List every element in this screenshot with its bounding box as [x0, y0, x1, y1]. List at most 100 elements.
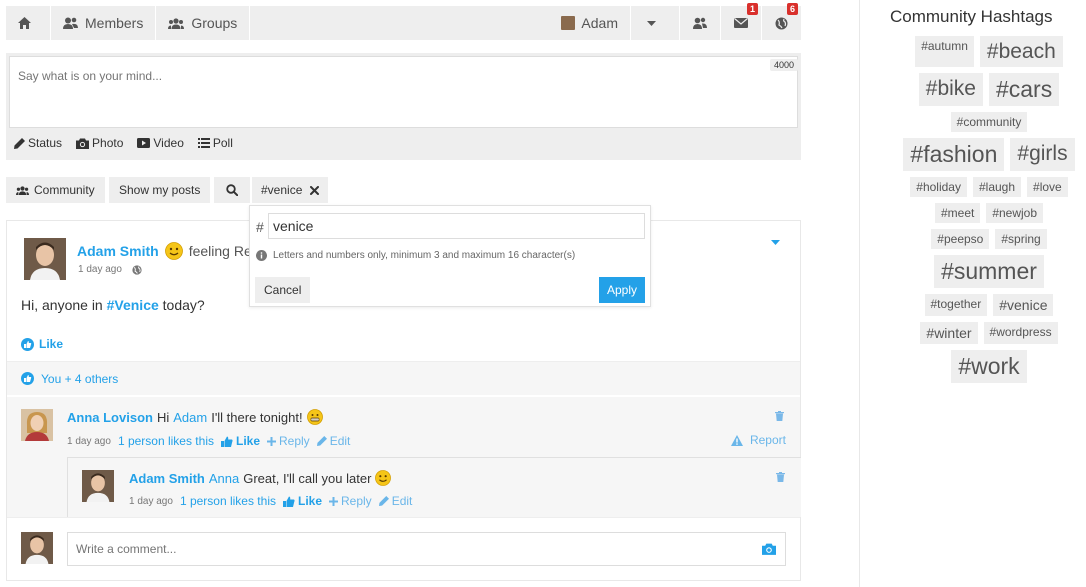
avatar[interactable] — [82, 470, 114, 502]
friends-button[interactable] — [679, 6, 720, 40]
tab-poll[interactable]: Poll — [197, 136, 233, 150]
tab-video[interactable]: Video — [137, 136, 184, 150]
warning-icon — [730, 434, 743, 446]
avatar — [21, 532, 53, 564]
notifications-button[interactable]: 6 — [761, 3, 801, 40]
my-posts-filter-button[interactable]: Show my posts — [109, 177, 211, 203]
comment-edit-label: Edit — [329, 434, 351, 448]
comment-edit-button[interactable]: Edit — [316, 434, 351, 448]
tab-photo[interactable]: Photo — [76, 136, 123, 150]
close-icon[interactable] — [310, 185, 320, 195]
plus-icon — [267, 436, 276, 446]
likes-summary[interactable]: You + 4 others — [7, 361, 800, 395]
members-label: Members — [85, 15, 144, 31]
status-input[interactable] — [9, 56, 798, 128]
comment-2-meta: 1 day ago 1 person likes this Like Reply… — [129, 494, 412, 508]
reply-thread: Adam Smith Anna Great, I'll call you lat… — [67, 457, 801, 517]
profile-link[interactable]: Adam — [549, 6, 630, 40]
comment-edit-button[interactable]: Edit — [378, 494, 412, 508]
comment-mention[interactable]: Adam — [173, 410, 207, 425]
hashtag-link[interactable]: #cars — [988, 73, 1060, 106]
search-hashtag-button[interactable] — [214, 177, 250, 203]
post-text-after: today? — [158, 297, 205, 313]
comment-report-button[interactable]: Report — [730, 433, 786, 447]
home-button[interactable] — [6, 6, 51, 40]
comment-mention[interactable]: Anna — [209, 471, 239, 486]
hashtag-link[interactable]: #together — [924, 294, 988, 316]
post-options-caret-icon[interactable] — [771, 240, 780, 245]
globe-icon[interactable] — [132, 264, 142, 275]
hashtag-link[interactable]: #spring — [995, 229, 1047, 249]
tab-status[interactable]: Status — [14, 136, 62, 150]
comment-reply-button[interactable]: Reply — [267, 434, 310, 448]
post-like-button[interactable]: Like — [21, 337, 63, 351]
my-posts-filter-label: Show my posts — [119, 183, 201, 197]
avatar[interactable] — [24, 238, 66, 280]
hashtag-link[interactable]: #meet — [934, 203, 981, 223]
comment-author[interactable]: Anna Lovison — [67, 410, 153, 425]
comment-timestamp[interactable]: 1 day ago — [129, 496, 173, 507]
hashtag-link[interactable]: #laugh — [972, 177, 1022, 197]
hashtag-link[interactable]: #bike — [918, 73, 983, 106]
comment-report-label: Report — [749, 433, 786, 447]
hashtag-input[interactable] — [268, 213, 645, 239]
hashtag-link[interactable]: #community — [950, 112, 1028, 132]
hashtag-link[interactable]: #love — [1027, 177, 1068, 197]
comment-like-button[interactable]: Like — [282, 494, 322, 508]
comment-1-meta: 1 day ago 1 person likes this Like Reply… — [67, 434, 350, 448]
hashtag-row: #work — [893, 350, 1085, 383]
members-link[interactable]: Members — [51, 6, 157, 40]
groups-icon — [16, 185, 29, 195]
hashtag-link[interactable]: #beach — [979, 36, 1063, 67]
comment-text: I'll there tonight! — [211, 409, 303, 425]
trash-icon[interactable] — [776, 472, 785, 482]
post-like-label: Like — [39, 337, 64, 351]
post-hashtag-link[interactable]: #Venice — [107, 297, 159, 313]
active-hashtag-filter[interactable]: #venice — [252, 177, 329, 203]
comment-input[interactable] — [67, 532, 786, 566]
hashtag-link[interactable]: #wordpress — [983, 322, 1058, 344]
hashtag-cloud: #autumn #beach #bike #cars #community #fashio… — [893, 36, 1085, 389]
hashtag-link[interactable]: #peepso — [931, 229, 990, 249]
hashtag-link[interactable]: #venice — [993, 294, 1054, 316]
comment-likes-count[interactable]: 1 person likes this — [118, 434, 214, 448]
hashtag-link[interactable]: #work — [951, 350, 1027, 383]
hashtag-link[interactable]: #winter — [920, 322, 978, 344]
comment-author[interactable]: Adam Smith — [129, 471, 205, 486]
hashtag-link[interactable]: #fashion — [903, 138, 1005, 171]
cancel-button[interactable]: Cancel — [255, 277, 311, 303]
user-name: Adam — [581, 15, 618, 31]
hashtag-link[interactable]: #girls — [1010, 138, 1075, 171]
trash-icon[interactable] — [775, 411, 784, 421]
caret-down-icon — [647, 20, 656, 26]
smiley-icon — [164, 242, 183, 260]
hashtag-row: #autumn #beach — [893, 36, 1085, 67]
community-filter-label: Community — [34, 183, 95, 197]
hashtag-link[interactable]: #autumn — [915, 36, 974, 67]
community-filter-button[interactable]: Community — [6, 177, 105, 203]
hashtag-link[interactable]: #newjob — [986, 203, 1044, 223]
groups-link[interactable]: Groups — [156, 6, 251, 40]
comment-timestamp[interactable]: 1 day ago — [67, 436, 111, 447]
hashtag-row: #together #venice — [893, 294, 1085, 316]
avatar[interactable] — [21, 409, 53, 441]
camera-icon[interactable] — [762, 543, 776, 555]
profile-dropdown-button[interactable] — [630, 6, 679, 40]
sidebar-divider — [859, 0, 860, 587]
hashtag-link[interactable]: #holiday — [910, 177, 967, 197]
grimace-emoji-icon — [306, 409, 323, 425]
post-timestamp[interactable]: 1 day ago — [78, 264, 122, 275]
messages-button[interactable]: 1 — [720, 3, 761, 40]
list-icon — [197, 138, 210, 148]
post-author-name[interactable]: Adam Smith — [77, 243, 159, 259]
video-icon — [137, 138, 151, 148]
tab-poll-label: Poll — [212, 136, 233, 150]
hashtag-link[interactable]: #summer — [934, 255, 1044, 288]
comment-reply-button[interactable]: Reply — [329, 494, 372, 508]
tab-photo-label: Photo — [92, 136, 124, 150]
comment-likes-count[interactable]: 1 person likes this — [180, 494, 276, 508]
apply-button[interactable]: Apply — [598, 277, 645, 303]
comment-reply-label: Reply — [279, 434, 310, 448]
comment-like-button[interactable]: Like — [220, 434, 260, 448]
